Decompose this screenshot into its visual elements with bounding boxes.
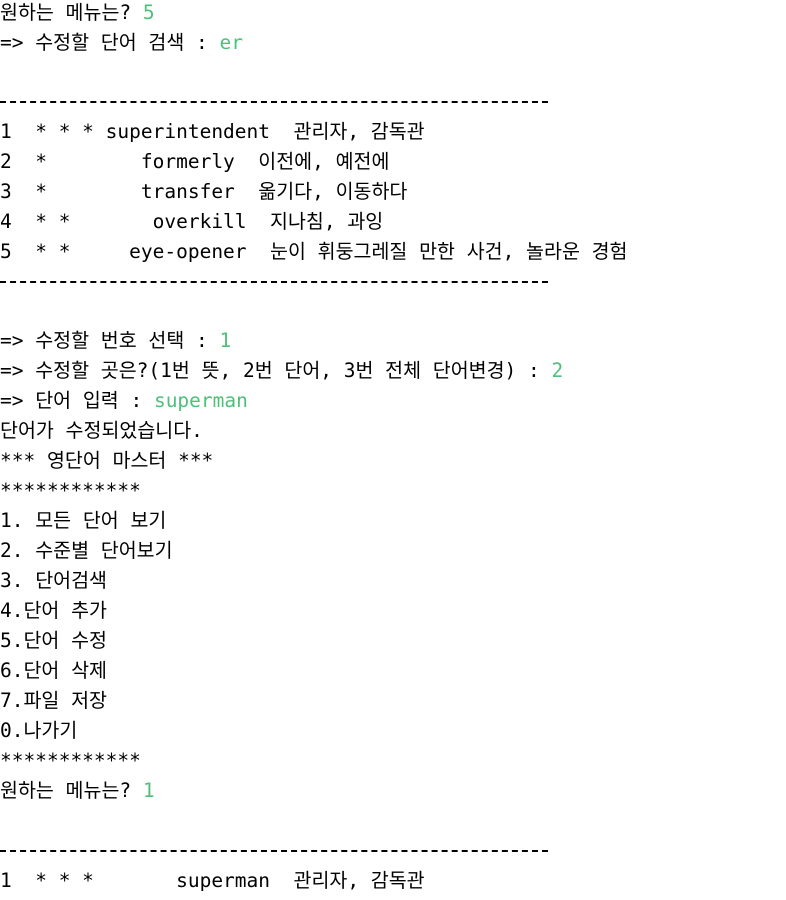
menu-title: *** 영단어 마스터 *** — [0, 449, 214, 472]
divider-bottom — [0, 281, 548, 283]
word-prompt-line: => 단어 입력 : superman — [0, 386, 248, 416]
search-prompt-line: => 수정할 단어 검색 : er — [0, 28, 243, 58]
search-result-row: 1 * * * superman 관리자, 감독관 — [0, 869, 425, 892]
menu-choice-input: 5 — [142, 1, 155, 24]
menu-item-delete: 6.단어 삭제 — [0, 659, 107, 682]
search-result-row: 1 * * * superintendent 관리자, 감독관 — [0, 120, 425, 143]
menu-item-search: 3. 단어검색 — [0, 569, 107, 592]
menu-item-view-all: 1. 모든 단어 보기 — [0, 509, 167, 532]
menu-item-add: 4.단어 추가 — [0, 599, 107, 622]
menu-prompt: 원하는 메뉴는? — [0, 779, 143, 802]
search-result-row: 5 * * eye-opener 눈이 휘둥그레질 만한 사건, 놀라운 경험 — [0, 240, 628, 263]
field-prompt: => 수정할 곳은?(1번 뜻, 2번 단어, 3번 전체 단어변경) : — [0, 359, 552, 382]
menu-prompt: 원하는 메뉴는? — [0, 1, 143, 24]
menu-item-view-by-level: 2. 수준별 단어보기 — [0, 539, 173, 562]
divider-top — [0, 850, 548, 852]
select-prompt: => 수정할 번호 선택 : — [0, 329, 220, 352]
search-input: er — [219, 31, 243, 54]
word-input: superman — [153, 389, 248, 412]
divider-top — [0, 101, 548, 103]
menu-item-exit: 0.나가기 — [0, 719, 78, 742]
search-result-row: 4 * * overkill 지나침, 과잉 — [0, 210, 384, 233]
menu-item-edit: 5.단어 수정 — [0, 629, 107, 652]
menu-choice-input: 1 — [142, 779, 155, 802]
menu-prompt-line: 원하는 메뉴는? 5 — [0, 0, 155, 28]
menu-item-save-file: 7.파일 저장 — [0, 689, 107, 712]
terminal-window[interactable]: 원하는 메뉴는? 5 => 수정할 단어 검색 : er 1 * * * sup… — [0, 0, 786, 900]
word-prompt: => 단어 입력 : — [0, 389, 154, 412]
menu-prompt-line: 원하는 메뉴는? 1 — [0, 776, 155, 806]
menu-border-top: ************ — [0, 479, 141, 502]
menu-border-bottom: ************ — [0, 749, 141, 772]
search-prompt: => 수정할 단어 검색 : — [0, 31, 220, 54]
select-prompt-line: => 수정할 번호 선택 : 1 — [0, 326, 231, 356]
field-choice-input: 2 — [551, 359, 564, 382]
select-number-input: 1 — [219, 329, 232, 352]
search-result-row: 2 * formerly 이전에, 예전에 — [0, 150, 390, 173]
search-result-row: 3 * transfer 옮기다, 이동하다 — [0, 180, 408, 203]
confirm-message: 단어가 수정되었습니다. — [0, 419, 203, 442]
field-prompt-line: => 수정할 곳은?(1번 뜻, 2번 단어, 3번 전체 단어변경) : 2 — [0, 356, 563, 386]
